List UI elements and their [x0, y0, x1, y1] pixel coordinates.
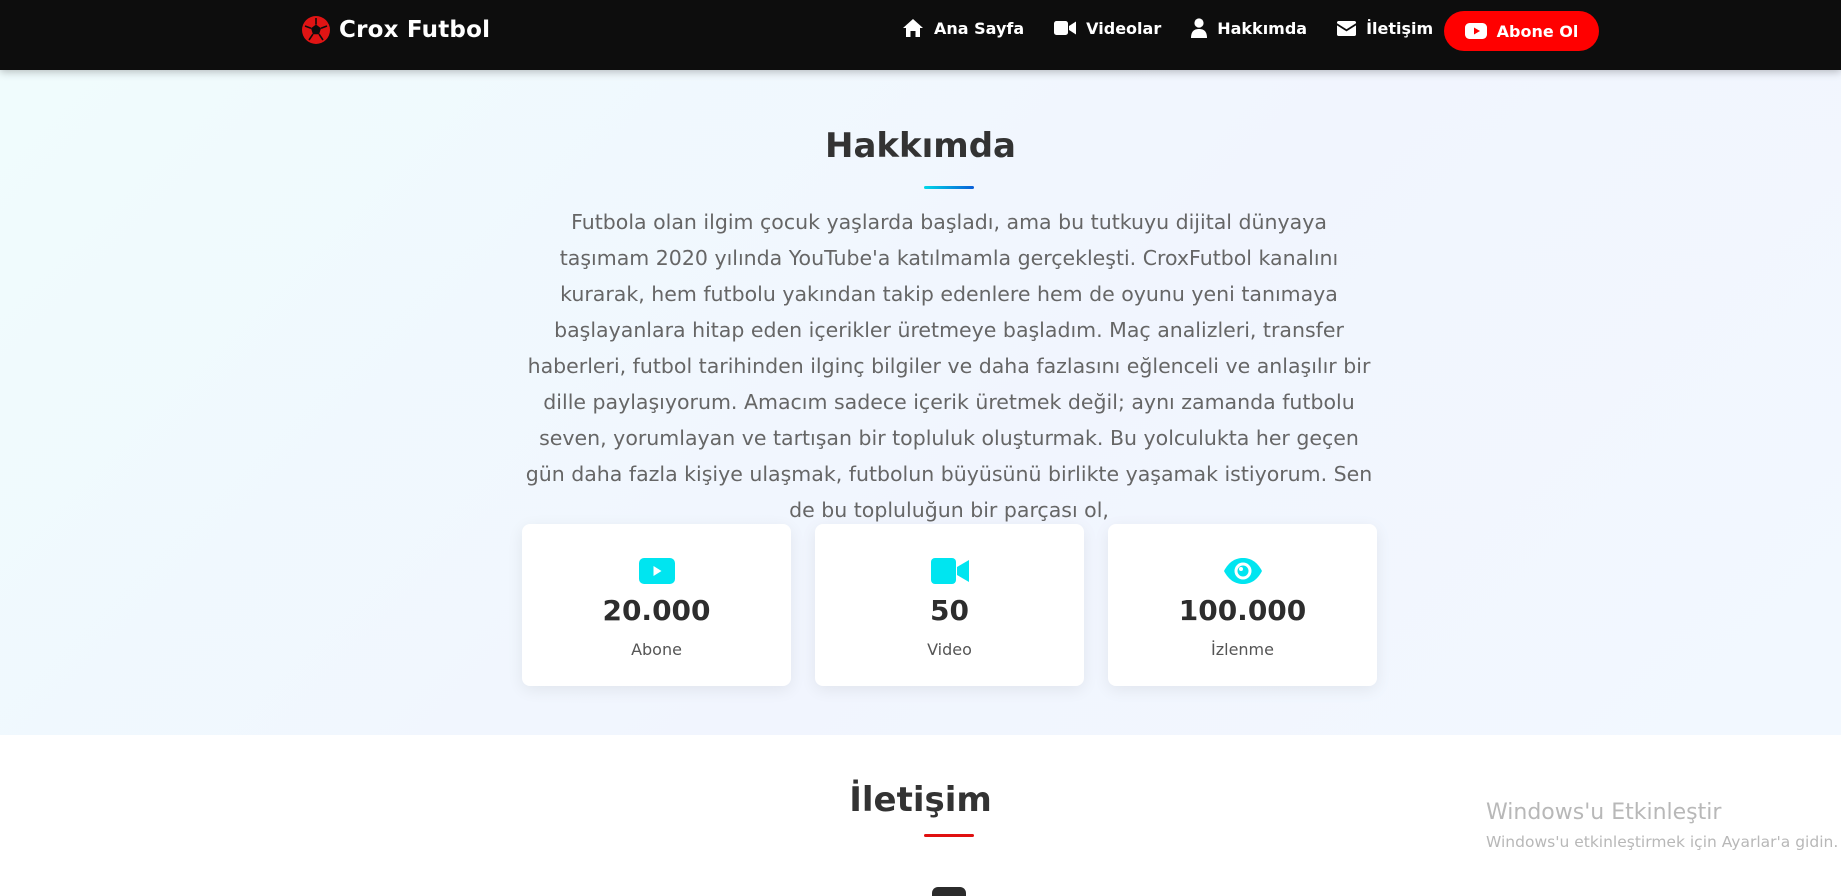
nav-link-contact[interactable]: İletişim — [1337, 19, 1433, 38]
subscribe-button[interactable]: Abone Ol — [1444, 11, 1599, 51]
stat-label: Video — [927, 640, 972, 659]
user-icon — [1191, 18, 1208, 38]
stat-card-subscribers: 20.000 Abone — [522, 524, 791, 686]
watermark-title: Windows'u Etkinleştir — [1486, 800, 1722, 825]
windows-activation-watermark: Windows'u Etkinleştir Windows'u etkinleş… — [1486, 800, 1838, 853]
contact-title-underline — [924, 834, 974, 837]
watermark-subtitle: Windows'u etkinleştirmek için Ayarlar'a … — [1486, 833, 1839, 851]
about-title: Hakkımda — [825, 126, 1016, 166]
stat-card-videos: 50 Video — [815, 524, 1084, 686]
nav-link-label: İletişim — [1366, 18, 1434, 38]
about-title-underline — [924, 186, 974, 189]
futbol-icon — [302, 16, 330, 44]
stat-value: 20.000 — [602, 594, 711, 627]
nav-link-about[interactable]: Hakkımda — [1191, 18, 1307, 38]
video-camera-icon — [930, 558, 969, 584]
envelope-icon — [1337, 20, 1357, 36]
stat-label: İzlenme — [1211, 640, 1274, 659]
home-icon — [903, 19, 923, 37]
nav-link-label: Hakkımda — [1217, 18, 1308, 38]
stat-value: 100.000 — [1178, 594, 1307, 627]
main-nav: Ana Sayfa Videolar Hakkımda İletişim — [902, 18, 1433, 38]
subscribe-button-label: Abone Ol — [1496, 21, 1579, 41]
eye-icon — [1223, 558, 1262, 584]
stat-label: Abone — [631, 640, 682, 659]
contact-icon — [932, 887, 966, 896]
youtube-icon — [638, 558, 675, 584]
youtube-icon — [1464, 23, 1487, 39]
nav-link-home[interactable]: Ana Sayfa — [902, 18, 1024, 38]
nav-link-label: Videolar — [1086, 18, 1162, 38]
brand-logo-link[interactable]: Crox Futbol — [301, 14, 490, 46]
stat-card-views: 100.000 İzlenme — [1108, 524, 1377, 686]
about-section: Hakkımda Futbola olan ilgim çocuk yaşlar… — [0, 70, 1841, 735]
stat-value: 50 — [930, 594, 969, 627]
nav-link-videos[interactable]: Videolar — [1054, 19, 1161, 38]
brand-name: Crox Futbol — [339, 17, 491, 43]
about-text: Futbola olan ilgim çocuk yaşlarda başlad… — [525, 210, 1373, 522]
navbar: Crox Futbol Ana Sayfa Videolar Hakkımda — [0, 0, 1841, 70]
nav-link-label: Ana Sayfa — [934, 18, 1025, 38]
video-camera-icon — [1054, 21, 1077, 35]
